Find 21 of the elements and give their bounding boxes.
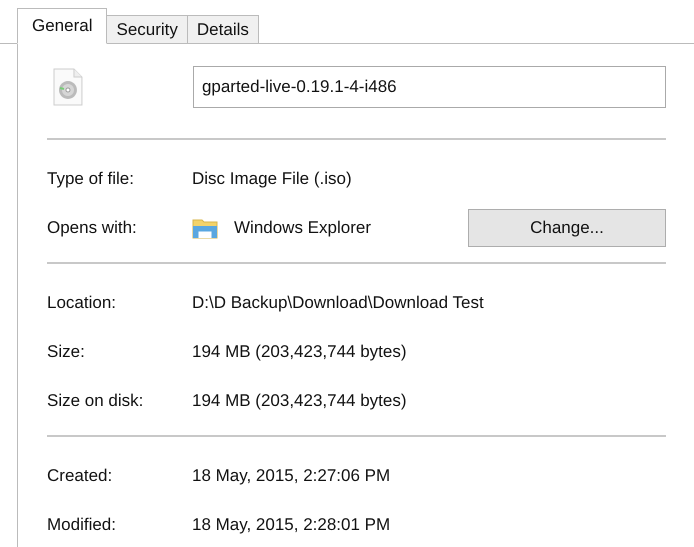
- change-button[interactable]: Change...: [468, 208, 666, 246]
- field-label: Location:: [47, 292, 117, 312]
- tab[interactable]: Details: [188, 15, 259, 44]
- field-label: Modified:: [47, 514, 117, 534]
- field-label: Size on disk:: [47, 390, 144, 410]
- field-label: Created:: [47, 466, 114, 486]
- tab[interactable]: Security: [107, 15, 188, 44]
- field-value: Disc Image File (.iso): [192, 168, 352, 188]
- field-label: Opens with:: [47, 218, 138, 238]
- file-name-field[interactable]: gparted-live-0.19.1-4-i486: [192, 66, 666, 108]
- field-value: D:\D Backup\Download\Download Test: [192, 292, 484, 312]
- tab[interactable]: General: [17, 8, 108, 44]
- field-value: 194 MB (203,423,744 bytes): [192, 390, 407, 410]
- field-label: Size:: [47, 342, 86, 362]
- folder-icon: [192, 216, 218, 238]
- disc-file-icon: [53, 68, 83, 106]
- field-value: 194 MB (203,423,744 bytes): [192, 342, 407, 362]
- field-label: Type of file:: [47, 168, 135, 188]
- field-value: 18 May, 2015, 2:27:06 PM: [192, 466, 390, 486]
- field-value: 18 May, 2015, 2:28:01 PM: [192, 514, 390, 534]
- field-value: Windows Explorer: [234, 218, 372, 238]
